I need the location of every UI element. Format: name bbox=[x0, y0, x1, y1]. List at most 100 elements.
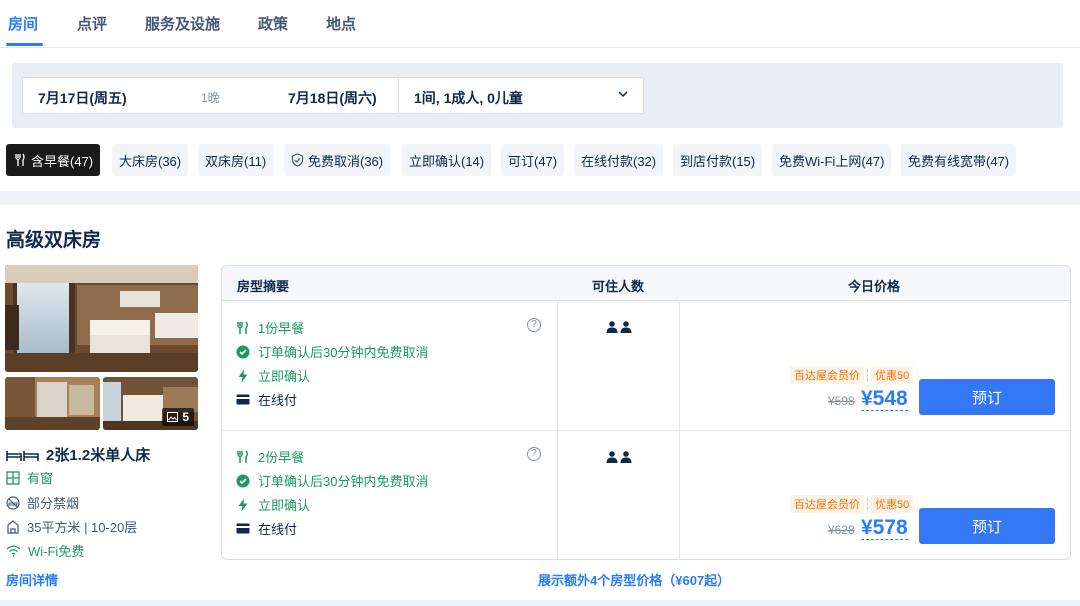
section-divider bbox=[0, 600, 1080, 606]
area-icon bbox=[7, 519, 19, 534]
fork-knife-icon bbox=[237, 450, 248, 463]
check-circle-icon bbox=[236, 474, 250, 487]
confirm-text: 立即确认 bbox=[258, 369, 311, 384]
current-price: ¥548 bbox=[861, 387, 908, 411]
no-smoking-icon bbox=[6, 495, 20, 510]
filter-label: 免费Wi-Fi上网(47) bbox=[779, 153, 885, 169]
filter-pay-online[interactable]: 在线付款(32) bbox=[574, 144, 664, 176]
cancel-text: 订单确认后30分钟内免费取消 bbox=[258, 474, 429, 489]
check-circle-icon bbox=[236, 345, 250, 358]
image-icon bbox=[167, 412, 179, 422]
breakfast-info: 1份早餐 bbox=[236, 318, 304, 337]
member-tag-text: 百达屋会员价 bbox=[790, 366, 864, 384]
tab-bar: 房间 点评 服务及设施 政策 地点 bbox=[0, 0, 1080, 48]
person-icon bbox=[620, 451, 632, 463]
more-rates-link[interactable]: 展示额外4个房型价格（¥607起） bbox=[538, 570, 730, 589]
guest-selector[interactable]: 1间, 1成人, 0儿童 bbox=[399, 77, 644, 114]
filter-free-broadband[interactable]: 免费有线宽带(47) bbox=[901, 144, 1017, 176]
smoking-feature: 部分禁烟 bbox=[6, 493, 79, 512]
wifi-text: Wi-Fi免费 bbox=[28, 544, 85, 559]
section-divider bbox=[0, 191, 1080, 205]
person-icon bbox=[606, 451, 618, 463]
filter-free-wifi[interactable]: 免费Wi-Fi上网(47) bbox=[772, 144, 892, 176]
window-feature: 有窗 bbox=[6, 468, 53, 487]
lightning-icon bbox=[238, 369, 248, 382]
lightning-icon bbox=[238, 498, 248, 511]
smoking-text: 部分禁烟 bbox=[27, 496, 80, 511]
room-details-link[interactable]: 房间详情 bbox=[6, 570, 58, 589]
wifi-feature: Wi-Fi免费 bbox=[6, 541, 84, 560]
rate-table: 房型摘要 可住人数 今日价格 1份早餐 ? 订单确认后30分钟内免费取消 立即确… bbox=[221, 265, 1071, 560]
discount-text: 优惠50 bbox=[871, 366, 914, 384]
tab-location[interactable]: 地点 bbox=[326, 13, 356, 34]
tab-facilities[interactable]: 服务及设施 bbox=[145, 13, 220, 34]
cancel-policy: 订单确认后30分钟内免费取消 bbox=[236, 471, 428, 490]
filter-free-cancel[interactable]: 免费取消(36) bbox=[284, 144, 391, 176]
size-feature: 35平方米 | 10-20层 bbox=[6, 517, 137, 536]
filter-twin-bed[interactable]: 双床房(11) bbox=[198, 144, 274, 176]
nights-count: 1晚 bbox=[201, 91, 220, 105]
header-occupancy: 可住人数 bbox=[592, 279, 645, 294]
photo-count-badge[interactable]: 5 bbox=[162, 408, 194, 426]
filter-label: 免费取消(36) bbox=[308, 153, 384, 169]
occupancy-icons bbox=[606, 451, 632, 463]
book-button[interactable]: 预订 bbox=[919, 379, 1055, 415]
card-icon bbox=[236, 394, 250, 405]
breakfast-text: 2份早餐 bbox=[258, 450, 305, 465]
filter-breakfast[interactable]: 含早餐(47) bbox=[6, 144, 101, 176]
window-text: 有窗 bbox=[27, 471, 54, 486]
discount-text: 优惠50 bbox=[871, 495, 914, 513]
fork-knife-icon bbox=[15, 153, 25, 166]
search-panel: 7月17日(周五) 1晚 7月18日(周六) 1间, 1成人, 0儿童 bbox=[12, 63, 1063, 128]
room-photo-bathroom[interactable] bbox=[5, 377, 100, 430]
twin-bed-icon bbox=[6, 450, 39, 461]
filter-bookable[interactable]: 可订(47) bbox=[501, 144, 565, 176]
filter-label: 含早餐(47) bbox=[31, 153, 94, 169]
tab-reviews[interactable]: 点评 bbox=[77, 13, 107, 34]
person-icon bbox=[606, 321, 618, 333]
guest-summary: 1间, 1成人, 0儿童 bbox=[414, 90, 523, 106]
filter-label: 免费有线宽带(47) bbox=[908, 153, 1010, 169]
filter-king-bed[interactable]: 大床房(36) bbox=[112, 144, 189, 176]
payment-text: 在线付 bbox=[258, 522, 298, 537]
checkout-date[interactable]: 7月18日(周六) bbox=[288, 88, 377, 108]
fork-knife-icon bbox=[237, 321, 248, 334]
cancel-text: 订单确认后30分钟内免费取消 bbox=[258, 345, 429, 360]
active-tab-indicator bbox=[6, 43, 43, 46]
cancel-policy: 订单确认后30分钟内免费取消 bbox=[236, 342, 428, 361]
member-tag-text: 百达屋会员价 bbox=[790, 495, 864, 513]
person-icon bbox=[620, 321, 632, 333]
bed-text: 2张1.2米单人床 bbox=[46, 447, 151, 464]
date-picker[interactable]: 7月17日(周五) 1晚 7月18日(周六) bbox=[22, 77, 399, 114]
filter-label: 立即确认(14) bbox=[409, 153, 485, 169]
filter-pay-at-hotel[interactable]: 到店付款(15) bbox=[673, 144, 763, 176]
instant-confirm: 立即确认 bbox=[236, 366, 310, 385]
chevron-down-icon[interactable] bbox=[615, 86, 631, 102]
book-button[interactable]: 预订 bbox=[919, 508, 1055, 544]
room-title: 高级双床房 bbox=[6, 230, 102, 251]
filter-instant-confirm[interactable]: 立即确认(14) bbox=[402, 144, 492, 176]
tab-policies[interactable]: 政策 bbox=[258, 13, 288, 34]
tab-rooms[interactable]: 房间 bbox=[8, 13, 38, 34]
checkin-date[interactable]: 7月17日(周五) bbox=[38, 88, 127, 108]
confirm-text: 立即确认 bbox=[258, 498, 311, 513]
size-text: 35平方米 | 10-20层 bbox=[27, 520, 138, 535]
breakfast-info: 2份早餐 bbox=[236, 447, 304, 466]
member-price-tag: 百达屋会员价 优惠50 bbox=[790, 495, 914, 513]
row-divider bbox=[222, 430, 1070, 431]
room-photo-main[interactable] bbox=[5, 265, 198, 372]
rate-table-header: 房型摘要 可住人数 今日价格 bbox=[222, 266, 1070, 301]
original-price: ¥598 bbox=[828, 394, 855, 408]
payment-method: 在线付 bbox=[236, 519, 297, 538]
header-summary: 房型摘要 bbox=[237, 279, 290, 294]
instant-confirm: 立即确认 bbox=[236, 495, 310, 514]
filter-label: 双床房(11) bbox=[205, 153, 267, 169]
current-price: ¥578 bbox=[861, 516, 908, 540]
original-price: ¥628 bbox=[828, 523, 855, 537]
room-photo-view[interactable]: 5 bbox=[103, 377, 198, 430]
filter-label: 到店付款(15) bbox=[680, 153, 756, 169]
payment-text: 在线付 bbox=[258, 393, 298, 408]
filter-label: 在线付款(32) bbox=[581, 153, 657, 169]
help-icon[interactable]: ? bbox=[527, 318, 541, 332]
help-icon[interactable]: ? bbox=[527, 447, 541, 461]
